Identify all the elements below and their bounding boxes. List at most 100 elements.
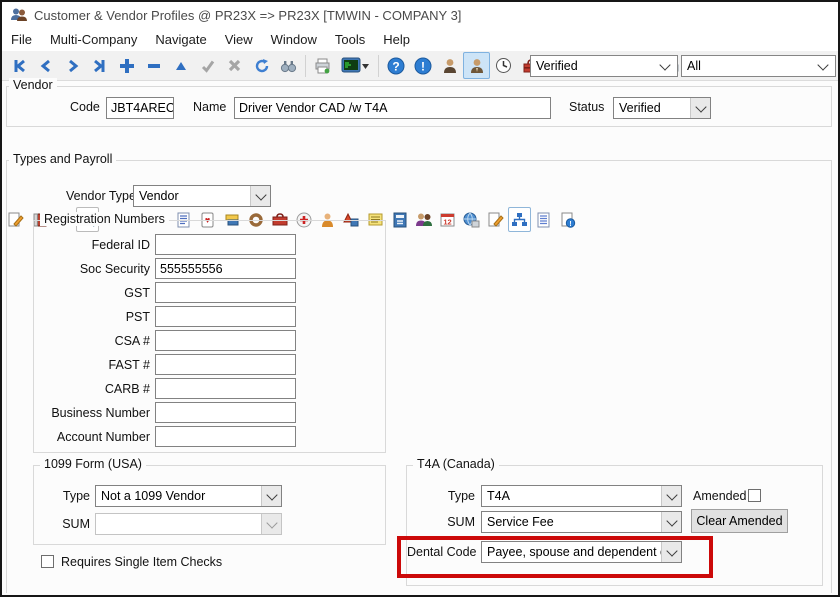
about-button[interactable]: !	[409, 52, 436, 79]
vendor-mode-button[interactable]	[463, 52, 490, 79]
terminal-button[interactable]	[336, 52, 375, 79]
carb-label: CARB #	[34, 382, 150, 396]
csa-input[interactable]	[155, 330, 296, 351]
customer-mode-button[interactable]	[436, 52, 463, 79]
triangle-up-icon	[174, 59, 188, 73]
chevron-down-icon[interactable]	[661, 486, 681, 506]
last-record-button[interactable]	[86, 52, 113, 79]
title-bar: Customer & Vendor Profiles @ PR23X => PR…	[2, 2, 838, 28]
add-record-button[interactable]	[113, 52, 140, 79]
chevron-down-icon[interactable]	[690, 98, 710, 118]
registration-numbers-label: Registration Numbers	[40, 212, 169, 226]
pst-input[interactable]	[155, 306, 296, 327]
find-button[interactable]	[275, 52, 302, 79]
menu-navigate[interactable]: Navigate	[146, 30, 215, 49]
account-number-label: Account Number	[34, 430, 150, 444]
menu-multi-company[interactable]: Multi-Company	[41, 30, 146, 49]
menu-file[interactable]: File	[2, 30, 41, 49]
form-1099-label: 1099 Form (USA)	[40, 457, 146, 471]
save-button[interactable]	[194, 52, 221, 79]
chevron-down-icon[interactable]	[261, 486, 281, 506]
toolbar-separator	[305, 55, 306, 77]
amended-checkbox[interactable]	[748, 489, 761, 502]
federal-id-input[interactable]	[155, 234, 296, 255]
vendor-person-icon	[469, 58, 485, 74]
scope-filter-dropdown[interactable]: All	[681, 55, 836, 77]
gst-input[interactable]	[155, 282, 296, 303]
binoculars-icon	[280, 59, 297, 73]
last-record-icon	[92, 58, 108, 74]
registration-numbers-group: Registration Numbers Federal ID Soc Secu…	[33, 220, 386, 453]
minus-icon	[146, 58, 162, 74]
sort-up-button[interactable]	[167, 52, 194, 79]
form-1099-group: 1099 Form (USA) Type Not a 1099 Vendor S…	[33, 465, 386, 545]
printer-icon	[314, 58, 331, 74]
next-record-icon	[65, 58, 81, 74]
plus-icon	[119, 58, 135, 74]
dropdown-caret-icon	[361, 62, 370, 70]
refresh-button[interactable]	[248, 52, 275, 79]
fast-input[interactable]	[155, 354, 296, 375]
delete-record-button[interactable]	[140, 52, 167, 79]
menu-tools[interactable]: Tools	[326, 30, 374, 49]
gst-label: GST	[34, 286, 150, 300]
types-payroll-group-label: Types and Payroll	[9, 152, 116, 166]
refresh-icon	[254, 58, 270, 74]
dental-code-dropdown[interactable]: Payee, spouse and dependent chi	[481, 541, 682, 563]
scope-filter-value: All	[682, 59, 813, 73]
info-icon: !	[414, 57, 432, 75]
menu-window[interactable]: Window	[262, 30, 326, 49]
menu-bar: File Multi-Company Navigate View Window …	[2, 28, 838, 51]
single-item-label: Requires Single Item Checks	[61, 555, 222, 569]
status-filter-value: Verified	[531, 59, 655, 73]
single-item-checkbox[interactable]	[41, 555, 54, 568]
account-number-input[interactable]	[155, 426, 296, 447]
chevron-down-icon	[817, 59, 828, 70]
vendor-group-label: Vendor	[9, 78, 57, 92]
fast-label: FAST #	[34, 358, 150, 372]
chevron-down-icon	[261, 514, 281, 534]
carb-input[interactable]	[155, 378, 296, 399]
vendor-type-dropdown[interactable]: Vendor	[133, 185, 271, 207]
t4a-type-dropdown[interactable]: T4A	[481, 485, 682, 507]
business-number-input[interactable]	[155, 402, 296, 423]
cancel-button[interactable]	[221, 52, 248, 79]
previous-record-icon	[38, 58, 54, 74]
toolbar-separator	[378, 55, 379, 77]
previous-record-button[interactable]	[32, 52, 59, 79]
status-dropdown[interactable]: Verified	[613, 97, 711, 119]
code-label: Code	[70, 100, 100, 114]
t4a-label: T4A (Canada)	[413, 457, 499, 471]
t4a-sum-dropdown[interactable]: Service Fee	[481, 511, 682, 533]
first-record-button[interactable]	[5, 52, 32, 79]
code-input[interactable]: JBT4AREC2	[106, 97, 174, 119]
vendor-type-label: Vendor Type	[66, 189, 136, 203]
status-filter-dropdown[interactable]: Verified	[530, 55, 678, 77]
svg-text:?: ?	[392, 59, 399, 73]
chevron-down-icon[interactable]	[661, 512, 681, 532]
menu-view[interactable]: View	[216, 30, 262, 49]
print-button[interactable]	[309, 52, 336, 79]
customer-person-icon	[442, 58, 458, 74]
form-1099-type-dropdown[interactable]: Not a 1099 Vendor	[95, 485, 282, 507]
business-number-label: Business Number	[34, 406, 150, 420]
menu-help[interactable]: Help	[374, 30, 419, 49]
dental-code-label: Dental Code	[407, 545, 475, 559]
app-window: Customer & Vendor Profiles @ PR23X => PR…	[0, 0, 840, 597]
help-button[interactable]: ?	[382, 52, 409, 79]
chevron-down-icon[interactable]	[250, 186, 270, 206]
chevron-down-icon	[659, 59, 670, 70]
clear-amended-button[interactable]: Clear Amended	[691, 509, 788, 533]
form-1099-type-label: Type	[34, 489, 90, 503]
form-1099-sum-dropdown	[95, 513, 282, 535]
soc-security-input[interactable]: 555555556	[155, 258, 296, 279]
chevron-down-icon[interactable]	[661, 542, 681, 562]
federal-id-label: Federal ID	[34, 238, 150, 252]
clock-icon	[495, 57, 512, 74]
name-input[interactable]: Driver Vendor CAD /w T4A	[234, 97, 551, 119]
clock-button[interactable]	[490, 52, 517, 79]
soc-security-label: Soc Security	[34, 262, 150, 276]
check-icon	[200, 58, 216, 74]
t4a-type-label: Type	[407, 489, 475, 503]
next-record-button[interactable]	[59, 52, 86, 79]
